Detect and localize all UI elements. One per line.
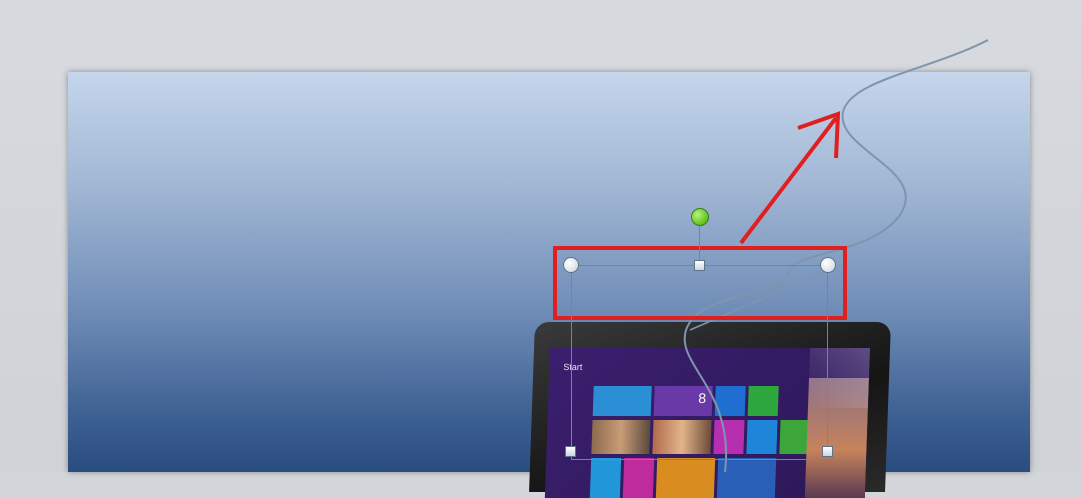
rotate-handle-icon[interactable] bbox=[691, 208, 709, 226]
selection-box[interactable] bbox=[571, 265, 828, 460]
edge-handle-icon[interactable] bbox=[694, 260, 705, 271]
rotate-handle-stem bbox=[699, 225, 700, 265]
tablet-tile-row3-c bbox=[655, 458, 716, 498]
edge-handle-icon[interactable] bbox=[565, 446, 576, 457]
editor-workspace: Start 8 bbox=[0, 0, 1081, 498]
corner-handle-icon[interactable] bbox=[563, 257, 579, 273]
tablet-tile-row3-a bbox=[589, 458, 622, 498]
corner-handle-icon[interactable] bbox=[820, 257, 836, 273]
tablet-tile-row3-d bbox=[716, 458, 777, 498]
edge-handle-icon[interactable] bbox=[822, 446, 833, 457]
tablet-tile-row3-b bbox=[622, 458, 655, 498]
